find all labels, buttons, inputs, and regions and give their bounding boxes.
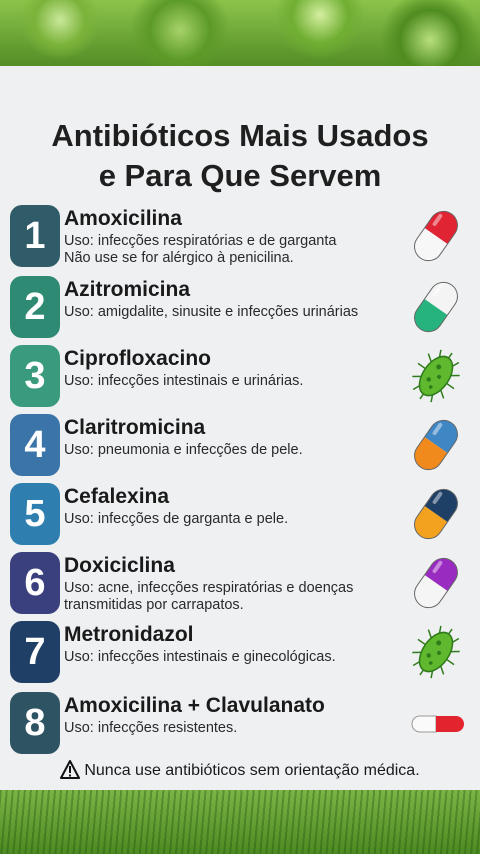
title-line-1: Antibióticos Mais Usados [51, 118, 429, 153]
item-number: 6 [10, 552, 60, 614]
item-number: 3 [10, 345, 60, 407]
antibiotic-name: Doxiciclina [64, 554, 175, 577]
item-number: 8 [10, 692, 60, 754]
antibiotic-usage: Uso: acne, infecções respiratórias e doe… [64, 580, 414, 614]
antibiotic-usage: Uso: infecções resistentes. [64, 720, 414, 737]
item-number: 4 [10, 414, 60, 476]
antibiotic-name: Claritromicina [64, 416, 206, 439]
warning-note: Nunca use antibióticos sem orientação mé… [0, 760, 480, 780]
list-item: 4 Claritromicina Uso: pneumonia e infecçõe… [8, 414, 472, 478]
usage-line-1: Uso: infecções intestinais e ginecológic… [64, 649, 336, 665]
pill-green-white-icon [406, 276, 466, 338]
antibiotic-usage: Uso: pneumonia e infecções de pele. [64, 442, 414, 459]
list-item: 8 Amoxicilina + Clavulanato Uso: infecções… [8, 692, 472, 756]
antibiotic-usage: Uso: infecções respiratórias e de gargan… [64, 233, 414, 267]
antibiotic-name: Ciprofloxacino [64, 347, 212, 370]
antibiotic-name: Amoxicilina + Clavulanato [64, 694, 325, 717]
pill-navy-orange-icon [406, 483, 466, 545]
page-title: Antibióticos Mais Usados e Para Que Serv… [0, 116, 480, 196]
title-line-2: e Para Que Servem [98, 158, 382, 193]
usage-line-1: Uso: infecções de garganta e pele. [64, 511, 289, 527]
antibiotic-usage: Uso: infecções intestinais e ginecológic… [64, 649, 414, 666]
warning-icon [60, 760, 81, 779]
pill-purple-white-icon [406, 552, 466, 614]
antibiotic-name: Amoxicilina [64, 207, 182, 230]
foliage-background [0, 0, 480, 70]
list-item: 2 Azitromicina Uso: amigdalite, sinusite e… [8, 276, 472, 340]
item-number: 5 [10, 483, 60, 545]
warning-text: Nunca use antibióticos sem orientação mé… [84, 762, 420, 779]
usage-line-2: Não use se for alérgico à penicilina. [64, 250, 294, 266]
antibiotic-name: Cefalexina [64, 485, 170, 508]
usage-line-2: transmitidas por carrapatos. [64, 597, 244, 613]
item-number: 2 [10, 276, 60, 338]
usage-line-1: Uso: infecções respiratórias e de gargan… [64, 233, 337, 249]
list-item: 6 Doxiciclina Uso: acne, infecções respira… [8, 552, 472, 616]
antibiotic-usage: Uso: amigdalite, sinusite e infecções ur… [64, 304, 414, 321]
antibiotic-usage: Uso: infecções intestinais e urinárias. [64, 373, 414, 390]
pill-red-white-icon [406, 692, 466, 754]
antibiotic-name: Azitromicina [64, 278, 191, 301]
usage-line-1: Uso: pneumonia e infecções de pele. [64, 442, 303, 458]
list-item: 1 Amoxicilina Uso: infecções respiratórias… [8, 205, 472, 269]
bacteria-icon [406, 345, 466, 407]
grass-background [0, 788, 480, 854]
usage-line-1: Uso: acne, infecções respiratórias e doe… [64, 580, 354, 596]
antibiotic-usage: Uso: infecções de garganta e pele. [64, 511, 414, 528]
bacteria-icon [406, 621, 466, 683]
usage-line-1: Uso: amigdalite, sinusite e infecções ur… [64, 304, 359, 320]
list-item: 5 Cefalexina Uso: infecções de garganta e … [8, 483, 472, 547]
item-number: 7 [10, 621, 60, 683]
item-number: 1 [10, 205, 60, 267]
usage-line-1: Uso: infecções resistentes. [64, 720, 238, 736]
list-item: 7 Metronidazol Uso: infecções intestinais … [8, 621, 472, 685]
list-item: 3 Ciprofloxacino Uso: infecções intestinai… [8, 345, 472, 409]
usage-line-1: Uso: infecções intestinais e urinárias. [64, 373, 304, 389]
antibiotic-name: Metronidazol [64, 623, 194, 646]
pill-red-white-icon [406, 205, 466, 267]
pill-blue-orange-icon [406, 414, 466, 476]
